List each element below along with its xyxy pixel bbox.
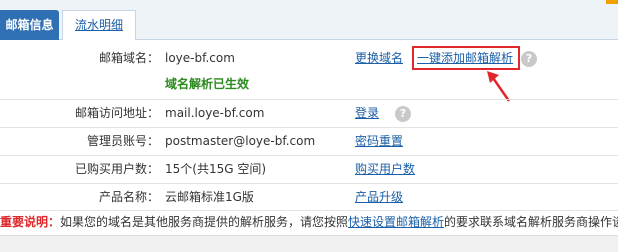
help-icon[interactable]: ?	[521, 51, 537, 67]
top-accent-line	[606, 0, 618, 4]
quick-setup-mail-parse-link[interactable]: 快速设置邮箱解析	[348, 215, 444, 229]
product-label: 产品名称：	[98, 190, 159, 204]
password-reset-link[interactable]: 密码重置	[355, 129, 403, 154]
important-note: 重要说明：如果您的域名是其他服务商提供的解析服务，请您按照快速设置邮箱解析的要求…	[0, 212, 618, 232]
access-label: 邮箱访问地址：	[74, 106, 159, 120]
divider	[0, 183, 618, 184]
domain-label: 邮箱域名：	[98, 51, 159, 65]
row-access-address: 邮箱访问地址： mail.loye-bf.com 登录 ?	[0, 101, 618, 126]
purchased-label: 已购买用户数：	[74, 162, 159, 176]
note-text-after: 的要求联系域名解析服务商操作谈	[444, 215, 618, 229]
red-highlight-box	[412, 46, 520, 70]
row-purchased-users: 已购买用户数： 15个(共15G 空间) 购买用户数	[0, 157, 618, 182]
help-icon[interactable]: ?	[395, 106, 411, 122]
tab-bar: 邮箱信息 流水明细	[0, 0, 618, 40]
divider	[0, 99, 618, 100]
row-domain-status: 域名解析已生效	[0, 72, 618, 97]
domain-value: loye-bf.com	[165, 51, 235, 65]
admin-value: postmaster@loye-bf.com	[165, 134, 316, 148]
login-link[interactable]: 登录	[355, 101, 379, 126]
row-domain: 邮箱域名： loye-bf.com 更换域名 一键添加邮箱解析 ?	[0, 46, 618, 71]
note-text-before: 如果您的域名是其他服务商提供的解析服务，请您按照	[60, 215, 349, 229]
row-product-name: 产品名称： 云邮箱标准1G版 产品升级	[0, 185, 618, 210]
buy-users-link[interactable]: 购买用户数	[355, 157, 415, 182]
admin-label: 管理员账号：	[86, 134, 159, 148]
tab-mailbox-info[interactable]: 邮箱信息	[0, 10, 59, 40]
divider	[0, 155, 618, 156]
purchased-value: 15个(共15G 空间)	[165, 162, 267, 176]
domain-status-text: 域名解析已生效	[165, 77, 250, 91]
access-value: mail.loye-bf.com	[165, 106, 265, 120]
product-value: 云邮箱标准1G版	[165, 190, 254, 204]
change-domain-link[interactable]: 更换域名	[355, 46, 403, 71]
row-admin-account: 管理员账号： postmaster@loye-bf.com 密码重置	[0, 129, 618, 154]
tab-transaction-details[interactable]: 流水明细	[62, 10, 136, 40]
note-label: 重要说明：	[0, 215, 61, 229]
horizontal-scrollbar[interactable]	[0, 235, 618, 252]
product-upgrade-link[interactable]: 产品升级	[355, 185, 403, 210]
divider	[0, 127, 618, 128]
divider	[0, 210, 618, 211]
